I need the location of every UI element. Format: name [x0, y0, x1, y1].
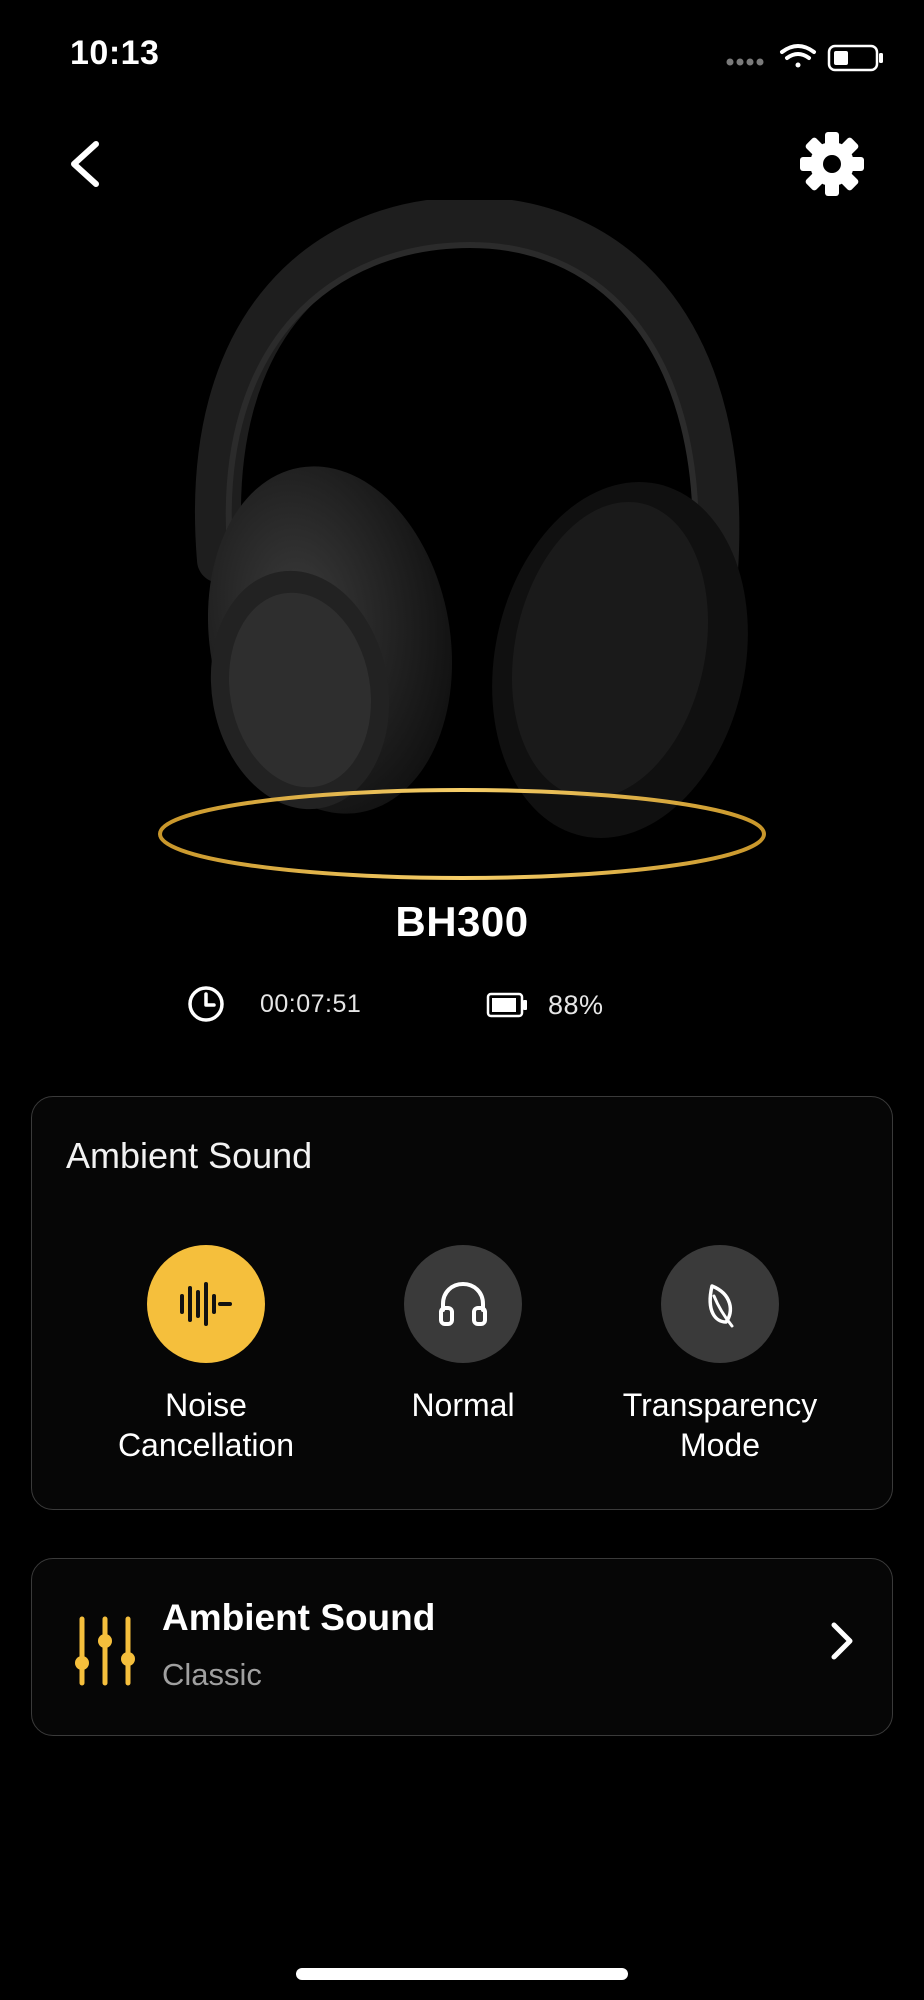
status-icons: [726, 38, 886, 74]
device-name: BH300: [395, 898, 529, 945]
eq-preset: Classic: [162, 1657, 262, 1692]
transparency-circle[interactable]: [661, 1245, 779, 1363]
headphones-image: [0, 196, 924, 900]
status-time: 10:13: [70, 34, 160, 72]
ambient-sound-card: Ambient Sound Noise Cancellation Normal …: [31, 1096, 893, 1510]
mode-label: Noise Cancellation: [117, 1387, 295, 1463]
back-button[interactable]: [58, 128, 118, 198]
mode-noise-cancellation[interactable]: Noise Cancellation: [66, 1245, 346, 1465]
mode-label: Transparency Mode: [622, 1387, 818, 1463]
gear-icon: [800, 132, 864, 196]
ambient-sound-eq-row[interactable]: Ambient Sound Classic: [31, 1558, 893, 1736]
leaf-icon: [708, 1284, 734, 1328]
equalizer-icon: [75, 1616, 135, 1686]
mode-transparency[interactable]: Transparency Mode: [580, 1245, 860, 1465]
wifi-icon: [780, 44, 816, 68]
mode-label: Normal: [411, 1387, 515, 1423]
settings-button[interactable]: [796, 128, 868, 200]
battery-level-icon: [486, 992, 527, 1018]
battery-icon: [827, 44, 883, 72]
ambient-sound-title: Ambient Sound: [66, 1135, 313, 1176]
clock-icon: [188, 986, 224, 1022]
normal-circle[interactable]: [404, 1245, 522, 1363]
chevron-right-icon: [831, 1622, 853, 1660]
battery-percentage: 88%: [548, 990, 604, 1020]
eq-title: Ambient Sound: [162, 1597, 436, 1638]
noise-cancellation-circle[interactable]: [147, 1245, 265, 1363]
waveform-icon: [180, 1282, 232, 1326]
cellular-signal-icon: [726, 58, 764, 66]
chevron-left-icon: [71, 141, 99, 187]
device-stats: 00:07:51 88%: [0, 980, 924, 1030]
play-time: 00:07:51: [260, 990, 362, 1018]
headphones-icon: [439, 1281, 487, 1326]
mode-normal[interactable]: Normal: [323, 1245, 603, 1425]
home-indicator[interactable]: [296, 1968, 628, 1980]
